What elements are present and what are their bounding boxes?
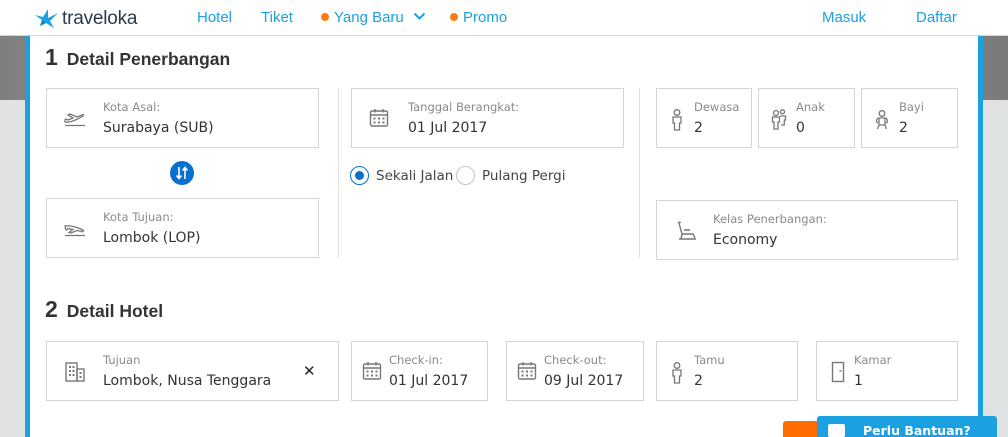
- guests-label: Tamu: [694, 353, 725, 367]
- checkin-label: Check-in:: [389, 353, 443, 367]
- logo-text: traveloka: [62, 8, 138, 29]
- guest-person-icon: [672, 362, 682, 384]
- guests-value: 2: [694, 373, 703, 389]
- children-field[interactable]: Anak 0: [758, 88, 855, 148]
- guests-field[interactable]: Tamu 2: [656, 341, 798, 401]
- clear-destination-icon[interactable]: ✕: [303, 362, 316, 380]
- hotel-section-number: 2: [45, 296, 58, 322]
- nav-yang-baru-label: Yang Baru: [334, 9, 404, 26]
- cabin-class-value: Economy: [713, 232, 778, 248]
- nav-yang-baru-link[interactable]: Yang Baru: [321, 9, 426, 26]
- chat-bubble-icon: [828, 424, 845, 437]
- help-chat-button[interactable]: Perlu Bantuan?: [817, 416, 997, 437]
- destination-value: Lombok (LOP): [103, 230, 201, 246]
- register-link[interactable]: Daftar: [916, 9, 957, 26]
- nav-hotel-link[interactable]: Hotel: [197, 9, 232, 26]
- rooms-label: Kamar: [854, 353, 892, 367]
- departure-date-label: Tanggal Berangkat:: [408, 100, 520, 114]
- children-value: 0: [796, 120, 805, 136]
- destination-city-field[interactable]: Kota Tujuan: Lombok (LOP): [46, 198, 319, 258]
- origin-value: Surabaya (SUB): [103, 120, 214, 136]
- top-navbar: traveloka Hotel Tiket Yang Baru Promo Ma…: [0, 0, 1008, 36]
- child-person-icon: [771, 109, 787, 130]
- round-trip-label: Pulang Pergi: [482, 167, 566, 184]
- calendar-icon: [362, 362, 382, 380]
- hotel-section-title: 2 Detail Hotel: [45, 296, 163, 323]
- column-divider-2: [639, 88, 640, 258]
- adult-person-icon: [672, 109, 682, 131]
- hotel-destination-field[interactable]: Tujuan Lombok, Nusa Tenggara ✕: [46, 341, 339, 401]
- radio-selected-icon: [350, 166, 369, 185]
- infant-icon: [875, 110, 889, 130]
- rooms-value: 1: [854, 373, 863, 389]
- adults-field[interactable]: Dewasa 2: [656, 88, 752, 148]
- round-trip-radio[interactable]: Pulang Pergi: [456, 166, 566, 185]
- login-link[interactable]: Masuk: [822, 9, 866, 26]
- building-icon: [65, 362, 85, 382]
- departure-date-value: 01 Jul 2017: [408, 120, 488, 136]
- chevron-down-icon: [413, 12, 426, 20]
- flight-section-title: 1 Detail Penerbangan: [45, 44, 230, 71]
- bird-logo-icon: [35, 9, 58, 28]
- nav-tiket-link[interactable]: Tiket: [261, 9, 293, 26]
- swap-arrows-icon: [175, 166, 189, 180]
- checkin-value: 01 Jul 2017: [389, 373, 469, 389]
- column-divider: [338, 88, 339, 258]
- checkin-date-field[interactable]: Check-in: 01 Jul 2017: [351, 341, 488, 401]
- calendar-icon: [369, 109, 389, 127]
- promo-dot-icon: [450, 13, 458, 21]
- rooms-field[interactable]: Kamar 1: [816, 341, 958, 401]
- help-label: Perlu Bantuan?: [863, 423, 971, 437]
- flight-section-number: 1: [45, 44, 58, 70]
- seat-icon: [677, 221, 696, 240]
- nav-promo-label: Promo: [463, 9, 508, 26]
- adults-label: Dewasa: [694, 100, 740, 114]
- infants-value: 2: [899, 120, 908, 136]
- adults-value: 2: [694, 120, 703, 136]
- children-label: Anak: [796, 100, 825, 114]
- one-way-radio[interactable]: Sekali Jalan: [350, 166, 453, 185]
- checkout-label: Check-out:: [544, 353, 607, 367]
- new-dot-icon: [321, 13, 329, 21]
- door-icon: [831, 361, 845, 383]
- infants-label: Bayi: [899, 100, 924, 114]
- hotel-destination-value: Lombok, Nusa Tenggara: [103, 373, 272, 389]
- traveloka-logo[interactable]: traveloka: [34, 8, 137, 30]
- checkout-date-field[interactable]: Check-out: 09 Jul 2017: [506, 341, 644, 401]
- departure-date-field[interactable]: Tanggal Berangkat: 01 Jul 2017: [351, 88, 624, 148]
- search-form-card: 1 Detail Penerbangan Kota Asal: Surabaya…: [25, 36, 983, 437]
- flight-section-label: Detail Penerbangan: [66, 49, 231, 69]
- origin-city-field[interactable]: Kota Asal: Surabaya (SUB): [46, 88, 319, 148]
- checkout-value: 09 Jul 2017: [544, 373, 624, 389]
- destination-label: Kota Tujuan:: [103, 210, 174, 224]
- cabin-class-label: Kelas Penerbangan:: [713, 212, 827, 226]
- nav-promo-link[interactable]: Promo: [450, 9, 507, 26]
- plane-landing-icon: [64, 225, 85, 237]
- plane-takeoff-icon: [64, 113, 85, 127]
- hotel-destination-label: Tujuan: [103, 353, 141, 367]
- swap-cities-button[interactable]: [170, 161, 194, 185]
- infants-field[interactable]: Bayi 2: [861, 88, 958, 148]
- calendar-icon: [517, 362, 537, 380]
- cabin-class-field[interactable]: Kelas Penerbangan: Economy: [656, 200, 958, 260]
- origin-label: Kota Asal:: [103, 100, 161, 114]
- one-way-label: Sekali Jalan: [376, 167, 454, 184]
- radio-unselected-icon: [456, 166, 475, 185]
- hotel-section-label: Detail Hotel: [66, 301, 164, 321]
